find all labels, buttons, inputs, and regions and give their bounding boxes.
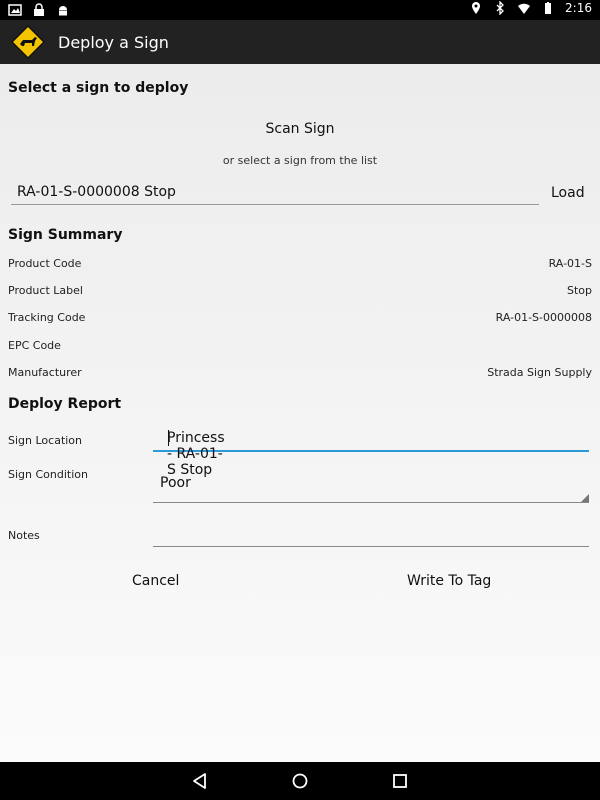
navigation-bar: [0, 762, 600, 800]
deploy-report-heading: Deploy Report: [8, 396, 122, 412]
location-icon: [472, 2, 481, 14]
cancel-button[interactable]: Cancel: [132, 573, 179, 589]
wifi-icon: [518, 3, 531, 15]
app-title: Deploy a Sign: [58, 32, 169, 52]
bluetooth-icon: [496, 1, 504, 15]
deploy-form: Select a sign to deploy Scan Sign or sel…: [0, 64, 600, 762]
sign-condition-value: Poor: [160, 475, 191, 491]
product-label-label: Product Label: [8, 284, 83, 297]
select-hint: or select a sign from the list: [222, 154, 378, 167]
product-code-label: Product Code: [8, 257, 82, 270]
sign-location-label: Sign Location: [8, 434, 83, 447]
notes-label: Notes: [8, 529, 40, 542]
status-time: 2:16: [565, 1, 592, 15]
load-button[interactable]: Load: [551, 185, 585, 201]
lock-notification-icon: [34, 3, 44, 16]
write-to-tag-button[interactable]: Write To Tag: [407, 573, 491, 589]
manufacturer-value: Strada Sign Supply: [487, 366, 592, 379]
text-cursor: [168, 430, 169, 446]
tracking-code-label: Tracking Code: [8, 311, 86, 324]
product-code-value: RA-01-S: [548, 257, 592, 270]
home-icon[interactable]: [290, 771, 310, 791]
battery-icon: [545, 2, 552, 14]
status-bar: 2:16: [0, 0, 600, 20]
scan-sign-button[interactable]: Scan Sign: [0, 121, 600, 137]
sign-location-input[interactable]: Princess - RA-01-S Stop: [153, 428, 589, 478]
epc-code-label: EPC Code: [8, 339, 61, 352]
sign-select-value: RA-01-S-0000008 Stop: [17, 184, 176, 200]
select-heading: Select a sign to deploy: [8, 80, 189, 96]
notes-input[interactable]: [153, 522, 589, 547]
summary-heading: Sign Summary: [8, 227, 123, 243]
product-label-value: Stop: [566, 284, 592, 297]
back-icon[interactable]: [190, 771, 210, 791]
recents-icon[interactable]: [390, 771, 410, 791]
android-notification-icon: [59, 6, 67, 16]
manufacturer-label: Manufacturer: [8, 366, 82, 379]
sign-select[interactable]: RA-01-S-0000008 Stop: [11, 182, 539, 205]
app-bar: Deploy a Sign: [0, 20, 600, 64]
sign-condition-label: Sign Condition: [8, 468, 88, 481]
deer-crossing-sign-icon: [10, 24, 46, 60]
sign-condition-select[interactable]: Poor: [153, 464, 589, 503]
dropdown-arrow-icon: [581, 494, 589, 502]
tracking-code-value: RA-01-S-0000008: [495, 311, 592, 324]
image-notification-icon: [8, 4, 22, 16]
